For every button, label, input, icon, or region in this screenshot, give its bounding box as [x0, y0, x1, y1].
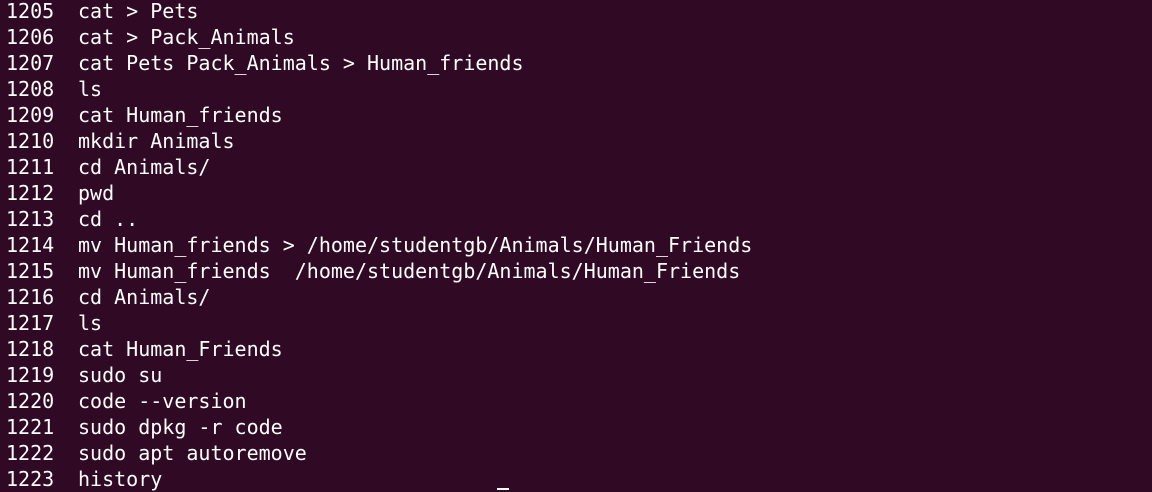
command-text: cat Human_Friends	[78, 337, 283, 361]
history-output: 1205 cat > Pets 1206 cat > Pack_Animals 12…	[6, 0, 752, 492]
line-number: 1221	[6, 415, 55, 439]
history-line: 1220 code --version	[6, 388, 752, 414]
line-number: 1213	[6, 207, 55, 231]
history-line: 1218 cat Human_Friends	[6, 336, 752, 362]
history-line: 1222 sudo apt autoremove	[6, 440, 752, 466]
line-number: 1210	[6, 129, 55, 153]
command-text: sudo apt autoremove	[78, 441, 307, 465]
line-number: 1212	[6, 181, 55, 205]
history-line: 1221 sudo dpkg -r code	[6, 414, 752, 440]
line-number: 1207	[6, 51, 55, 75]
history-line: 1207 cat Pets Pack_Animals > Human_friend…	[6, 50, 752, 76]
history-line: 1214 mv Human_friends > /home/studentgb/A…	[6, 232, 752, 258]
history-line: 1206 cat > Pack_Animals	[6, 24, 752, 50]
command-text: mv Human_friends > /home/studentgb/Anima…	[78, 233, 753, 257]
command-text: cat Pets Pack_Animals > Human_friends	[78, 51, 524, 75]
line-number: 1216	[6, 285, 55, 309]
history-line: 1208 ls	[6, 76, 752, 102]
history-line: 1223 history	[6, 466, 752, 492]
command-text: cat > Pack_Animals	[78, 25, 295, 49]
command-text: cat > Pets	[78, 0, 199, 23]
command-text: cd Animals/	[78, 155, 211, 179]
command-text: sudo dpkg -r code	[78, 415, 283, 439]
line-number: 1222	[6, 441, 55, 465]
command-text: sudo su	[78, 363, 163, 387]
line-number: 1211	[6, 155, 55, 179]
command-text: cat Human_friends	[78, 103, 283, 127]
terminal-window[interactable]: 1205 cat > Pets 1206 cat > Pack_Animals 12…	[0, 0, 1152, 492]
line-number: 1214	[6, 233, 55, 257]
history-line: 1210 mkdir Animals	[6, 128, 752, 154]
line-number: 1223	[6, 467, 55, 491]
line-number: 1208	[6, 77, 55, 101]
line-number: 1215	[6, 259, 55, 283]
command-text: ls	[78, 77, 103, 101]
command-text: cd ..	[78, 207, 139, 231]
line-number: 1205	[6, 0, 55, 23]
history-line: 1217 ls	[6, 310, 752, 336]
command-text: history	[78, 467, 163, 491]
line-number: 1217	[6, 311, 55, 335]
command-text: mkdir Animals	[78, 129, 235, 153]
history-line: 1211 cd Animals/	[6, 154, 752, 180]
line-number: 1219	[6, 363, 55, 387]
history-line: 1219 sudo su	[6, 362, 752, 388]
line-number: 1218	[6, 337, 55, 361]
command-text: cd Animals/	[78, 285, 211, 309]
line-number: 1206	[6, 25, 55, 49]
history-line: 1209 cat Human_friends	[6, 102, 752, 128]
line-number: 1220	[6, 389, 55, 413]
history-line: 1215 mv Human_friends /home/studentgb/Ani…	[6, 258, 752, 284]
history-line: 1213 cd ..	[6, 206, 752, 232]
command-text: ls	[78, 311, 103, 335]
command-text: mv Human_friends /home/studentgb/Animals…	[78, 259, 741, 283]
command-text: pwd	[78, 181, 115, 205]
history-line: 1205 cat > Pets	[6, 0, 752, 24]
history-line: 1216 cd Animals/	[6, 284, 752, 310]
line-number: 1209	[6, 103, 55, 127]
history-line: 1212 pwd	[6, 180, 752, 206]
text-cursor	[497, 488, 509, 490]
command-text: code --version	[78, 389, 247, 413]
